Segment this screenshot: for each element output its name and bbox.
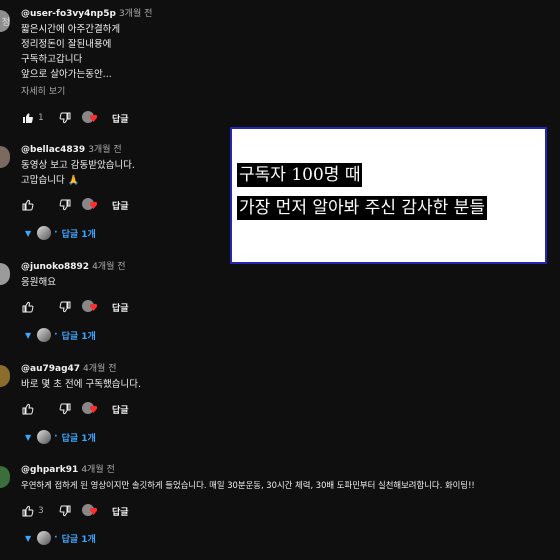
avatar[interactable]: 정 bbox=[0, 10, 10, 32]
chevron-down-icon: ▼ bbox=[25, 432, 32, 442]
comment-text: 우연하게 접하게 된 영상이지만 솔깃하게 들었습니다. 매일 30분운동, 3… bbox=[21, 480, 475, 490]
comment-text: 짧은시간에 아주간결하게 정리정돈이 잘된내용에 구독하고갑니다 앞으로 살아가… bbox=[21, 24, 121, 80]
creator-avatar bbox=[37, 328, 52, 342]
reply-button[interactable]: 답글 bbox=[112, 199, 129, 212]
avatar[interactable] bbox=[0, 365, 10, 387]
comment-time[interactable]: 4개월 전 bbox=[83, 364, 116, 374]
replies-count: 답글 1개 bbox=[61, 331, 96, 342]
comment-author[interactable]: @au79ag47 bbox=[21, 364, 80, 374]
comment-actions: ♥ 답글 bbox=[21, 299, 129, 315]
caption-line-1: 구독자 100명 때 bbox=[237, 163, 363, 187]
separator-dot: · bbox=[54, 533, 58, 543]
reply-button[interactable]: 답글 bbox=[112, 403, 129, 416]
thumbs-down-icon[interactable] bbox=[58, 111, 72, 125]
comment-text: 바로 몇 초 전에 구독했습니다. bbox=[21, 379, 141, 390]
thumbs-up-icon[interactable] bbox=[21, 300, 35, 314]
creator-heart[interactable]: ♥ bbox=[82, 504, 100, 518]
chevron-down-icon: ▼ bbox=[25, 330, 32, 340]
read-more-link[interactable]: 자세히 보기 bbox=[21, 84, 556, 97]
thumbs-up-icon[interactable] bbox=[21, 402, 35, 416]
view-replies-button[interactable]: ▼ · 답글 1개 bbox=[25, 225, 96, 241]
thumbs-up-icon[interactable] bbox=[21, 504, 35, 518]
caption-line-2: 가장 먼저 알아봐 주신 감사한 분들 bbox=[237, 196, 487, 220]
creator-avatar bbox=[37, 430, 52, 444]
replies-count: 답글 1개 bbox=[61, 433, 96, 444]
separator-dot: · bbox=[54, 330, 58, 340]
comment-body: @user-fo3vy4np5p 3개월 전 짧은시간에 아주간결하게 정리정돈이… bbox=[21, 8, 556, 97]
separator-dot: · bbox=[54, 432, 58, 442]
creator-heart[interactable]: ♥ bbox=[82, 300, 100, 314]
thumbs-down-icon[interactable] bbox=[58, 198, 72, 212]
creator-heart-icon: ♥ bbox=[89, 507, 98, 518]
thumbs-up-icon[interactable] bbox=[21, 111, 35, 125]
chevron-down-icon: ▼ bbox=[25, 228, 32, 238]
comment-meta: @ghpark91 4개월 전 bbox=[21, 464, 556, 477]
thumbs-down-icon[interactable] bbox=[58, 402, 72, 416]
reply-button[interactable]: 답글 bbox=[112, 301, 129, 314]
comment-author[interactable]: @bellac4839 bbox=[21, 145, 85, 155]
replies-count: 답글 1개 bbox=[61, 534, 96, 545]
creator-heart-icon: ♥ bbox=[89, 405, 98, 416]
comment-time[interactable]: 4개월 전 bbox=[92, 262, 125, 272]
reply-button[interactable]: 답글 bbox=[112, 112, 129, 125]
comment-body: @junoko8892 4개월 전 응원해요 bbox=[21, 261, 556, 290]
thumbs-up-icon[interactable] bbox=[21, 198, 35, 212]
creator-heart[interactable]: ♥ bbox=[82, 111, 100, 125]
creator-avatar bbox=[37, 531, 52, 545]
avatar[interactable] bbox=[0, 263, 10, 285]
creator-heart[interactable]: ♥ bbox=[82, 402, 100, 416]
comment-author[interactable]: @junoko8892 bbox=[21, 262, 89, 272]
view-replies-button[interactable]: ▼ · 답글 1개 bbox=[25, 327, 96, 343]
creator-heart-icon: ♥ bbox=[89, 303, 98, 314]
comment-time[interactable]: 3개월 전 bbox=[88, 145, 121, 155]
comment-time[interactable]: 4개월 전 bbox=[81, 465, 114, 475]
like-count: 1 bbox=[38, 113, 44, 123]
comment-actions: 1 ♥ 답글 bbox=[21, 110, 129, 126]
comment-actions: ♥ 답글 bbox=[21, 197, 129, 213]
view-replies-button[interactable]: ▼ · 답글 1개 bbox=[25, 429, 96, 445]
replies-count: 답글 1개 bbox=[61, 229, 96, 240]
comment-meta: @au79ag47 4개월 전 bbox=[21, 363, 556, 376]
creator-avatar bbox=[37, 226, 52, 240]
like-count: 3 bbox=[38, 506, 44, 516]
avatar[interactable] bbox=[0, 466, 10, 488]
separator-dot: · bbox=[54, 228, 58, 238]
avatar[interactable] bbox=[0, 146, 10, 168]
thumbs-down-icon[interactable] bbox=[58, 300, 72, 314]
reply-button[interactable]: 답글 bbox=[112, 505, 129, 518]
creator-heart[interactable]: ♥ bbox=[82, 198, 100, 212]
comment-meta: @user-fo3vy4np5p 3개월 전 bbox=[21, 8, 556, 21]
chevron-down-icon: ▼ bbox=[25, 533, 32, 543]
comment-actions: 3 ♥ 답글 bbox=[21, 503, 129, 519]
view-replies-button[interactable]: ▼ · 답글 1개 bbox=[25, 530, 96, 546]
comment-actions: ♥ 답글 bbox=[21, 401, 129, 417]
comment-body: @ghpark91 4개월 전 우연하게 접하게 된 영상이지만 솔깃하게 들었습… bbox=[21, 464, 556, 493]
creator-heart-icon: ♥ bbox=[89, 201, 98, 212]
comment-time[interactable]: 3개월 전 bbox=[119, 9, 152, 19]
comment-author[interactable]: @user-fo3vy4np5p bbox=[21, 9, 116, 19]
caption-card: 구독자 100명 때 가장 먼저 알아봐 주신 감사한 분들 bbox=[230, 127, 547, 264]
comment-author[interactable]: @ghpark91 bbox=[21, 465, 78, 475]
creator-heart-icon: ♥ bbox=[89, 114, 98, 125]
thumbs-down-icon[interactable] bbox=[58, 504, 72, 518]
avatar-letter: 정 bbox=[1, 17, 10, 28]
comment-body: @au79ag47 4개월 전 바로 몇 초 전에 구독했습니다. bbox=[21, 363, 556, 392]
comment-text: 응원해요 bbox=[21, 277, 56, 288]
